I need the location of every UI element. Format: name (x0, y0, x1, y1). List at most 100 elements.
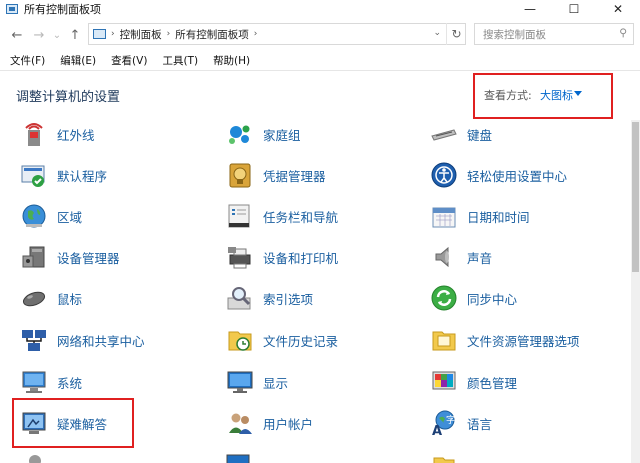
item-date-time[interactable]: 日期和时间 (430, 198, 530, 234)
recent-locations-chevron-icon[interactable]: ⌄ (50, 24, 64, 46)
item-label: 红外线 (57, 127, 95, 143)
item-label: 索引选项 (263, 291, 314, 307)
minimize-button[interactable]: — (508, 0, 552, 18)
search-input[interactable]: 搜索控制面板 ⚲ (474, 23, 634, 45)
item-file-history[interactable]: 文件历史记录 (226, 322, 338, 358)
keyboard-icon (430, 120, 458, 148)
item-network-sharing[interactable]: 网络和共享中心 (20, 322, 145, 358)
item-label: 区域 (57, 209, 83, 225)
highlight-box-view-by (473, 73, 613, 119)
page-title: 调整计算机的设置 (16, 90, 121, 105)
item-sound[interactable]: 声音 (430, 239, 492, 275)
search-icon[interactable]: ⚲ (619, 27, 627, 39)
item-label: 系统 (57, 375, 83, 391)
item-user-accounts[interactable]: 用户帐户 (226, 405, 313, 441)
search-placeholder: 搜索控制面板 (483, 28, 546, 41)
item-label: 用户帐户 (263, 416, 314, 432)
item-label: 鼠标 (57, 291, 83, 307)
speech-recognition-icon (24, 452, 46, 463)
control-panel-icon (93, 29, 106, 39)
item-infrared[interactable]: 红外线 (20, 116, 95, 152)
taskbar-icon (226, 202, 254, 230)
item-homegroup[interactable]: 家庭组 (226, 116, 301, 152)
menu-file[interactable]: 文件(F) (10, 53, 45, 68)
divider (0, 70, 640, 71)
item-credential-manager[interactable]: 凭据管理器 (226, 157, 326, 193)
up-arrow-icon[interactable]: ↑ (64, 24, 86, 46)
menu-tools[interactable]: 工具(T) (162, 53, 198, 68)
chevron-right-icon: › (253, 29, 258, 39)
network-sharing-icon (20, 326, 48, 354)
window-controls: — ☐ ✕ (508, 0, 640, 18)
scrollbar-thumb[interactable] (632, 122, 639, 272)
back-arrow-icon[interactable]: ← (6, 24, 28, 46)
date-time-icon (430, 202, 458, 230)
folder-options-icon (430, 326, 458, 354)
item-label: 家庭组 (263, 127, 301, 143)
credential-manager-icon (226, 161, 254, 189)
menu-view[interactable]: 查看(V) (111, 53, 147, 68)
item-label: 语言 (467, 416, 493, 432)
menu-edit[interactable]: 编辑(E) (60, 53, 96, 68)
maximize-button[interactable]: ☐ (552, 0, 596, 18)
item-label: 设备管理器 (57, 250, 120, 266)
chevron-down-icon[interactable]: ⌄ (433, 28, 441, 38)
forward-arrow-icon[interactable]: → (28, 24, 50, 46)
item-color-management[interactable]: 颜色管理 (430, 364, 517, 400)
item-system[interactable]: 系统 (20, 364, 82, 400)
breadcrumb-control-panel[interactable]: 控制面板 (120, 27, 162, 42)
ease-of-access-icon (430, 161, 458, 189)
item-ease-of-access[interactable]: 轻松使用设置中心 (430, 157, 567, 193)
default-programs-icon (20, 161, 48, 189)
item-keyboard[interactable]: 键盘 (430, 116, 492, 152)
menu-help[interactable]: 帮助(H) (213, 53, 250, 68)
item-indexing-options[interactable]: 索引选项 (226, 280, 313, 316)
svg-text:A: A (432, 424, 442, 437)
item-display[interactable]: 显示 (226, 364, 288, 400)
infrared-icon (20, 120, 48, 148)
item-label: 声音 (467, 250, 493, 266)
item-label: 同步中心 (467, 291, 518, 307)
fonts-icon (432, 452, 456, 463)
close-button[interactable]: ✕ (596, 0, 640, 18)
item-label: 颜色管理 (467, 375, 518, 391)
display-icon (226, 368, 254, 396)
item-device-manager[interactable]: 设备管理器 (20, 239, 120, 275)
indexing-icon (226, 284, 254, 312)
item-label: 轻松使用设置中心 (467, 168, 568, 184)
item-label: 文件资源管理器选项 (467, 333, 580, 349)
item-label: 键盘 (467, 127, 493, 143)
item-sync-center[interactable]: 同步中心 (430, 280, 517, 316)
address-bar[interactable]: › 控制面板 › 所有控制面板项 › ⌄ (88, 23, 466, 45)
item-region[interactable]: 区域 (20, 198, 82, 234)
user-accounts-icon (226, 409, 254, 437)
item-mouse[interactable]: 鼠标 (20, 280, 82, 316)
mouse-icon (20, 284, 48, 312)
region-icon (20, 202, 48, 230)
title-bar: 所有控制面板项 — ☐ ✕ (0, 0, 640, 18)
item-default-programs[interactable]: 默认程序 (20, 157, 107, 193)
item-label: 凭据管理器 (263, 168, 326, 184)
svg-text:字: 字 (446, 414, 455, 426)
sound-icon (430, 243, 458, 271)
devices-printers-icon (226, 243, 254, 271)
item-folder-options[interactable]: 文件资源管理器选项 (430, 322, 580, 358)
item-taskbar-navigation[interactable]: 任务栏和导航 (226, 198, 338, 234)
item-language[interactable]: A字 语言 (430, 405, 492, 441)
sync-center-icon (430, 284, 458, 312)
language-icon: A字 (430, 409, 458, 439)
chevron-right-icon: › (166, 29, 171, 39)
window-title: 所有控制面板项 (24, 3, 101, 16)
item-devices-printers[interactable]: 设备和打印机 (226, 239, 338, 275)
chevron-right-icon: › (111, 29, 115, 39)
highlight-box-troubleshooting (12, 398, 134, 448)
color-management-icon (430, 368, 458, 396)
device-manager-icon (20, 243, 48, 271)
item-label: 设备和打印机 (263, 250, 339, 266)
breadcrumb-all-items[interactable]: 所有控制面板项 (175, 27, 249, 42)
item-label: 默认程序 (57, 168, 108, 184)
item-label: 网络和共享中心 (57, 333, 145, 349)
refresh-icon[interactable]: ↻ (446, 23, 466, 45)
item-label: 任务栏和导航 (263, 209, 339, 225)
system-icon (20, 368, 48, 396)
